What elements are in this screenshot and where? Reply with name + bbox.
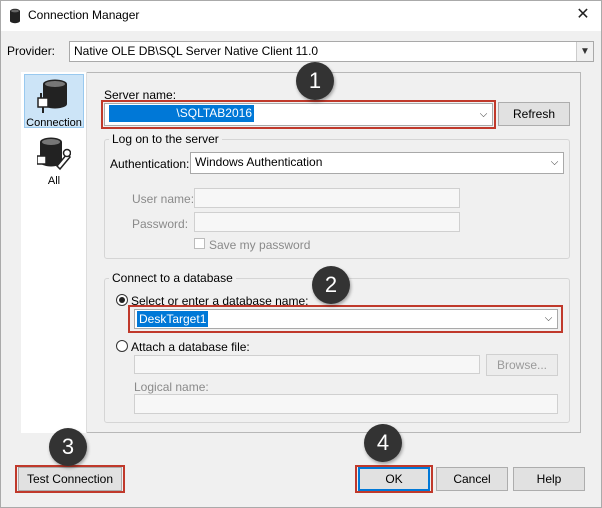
callout-4: 4 bbox=[364, 424, 402, 462]
logical-name-field bbox=[134, 394, 558, 414]
save-password-checkbox bbox=[194, 238, 205, 249]
password-label: Password: bbox=[132, 217, 189, 231]
sidebar-item-label: All bbox=[47, 175, 61, 187]
annotation-box-test bbox=[15, 465, 125, 493]
attach-database-radio[interactable] bbox=[116, 340, 128, 352]
password-field bbox=[194, 212, 460, 232]
chevron-down-icon[interactable]: ▼ bbox=[576, 42, 593, 61]
annotation-box-ok bbox=[355, 465, 433, 493]
authentication-label: Authentication: bbox=[110, 157, 190, 171]
provider-label: Provider: bbox=[7, 44, 56, 58]
database-group-title: Connect to a database bbox=[109, 271, 236, 285]
sidebar-item-all[interactable]: All bbox=[24, 134, 84, 188]
sidebar-item-connection[interactable]: Connection bbox=[24, 74, 84, 129]
select-database-radio[interactable] bbox=[116, 294, 128, 306]
browse-button: Browse... bbox=[486, 354, 558, 376]
username-field bbox=[194, 188, 460, 208]
logical-name-label: Logical name: bbox=[134, 380, 209, 394]
close-icon[interactable]: ✕ bbox=[570, 4, 596, 26]
window-title: Connection Manager bbox=[28, 8, 140, 22]
sidebar-item-label: Connection bbox=[26, 117, 82, 129]
attach-database-label: Attach a database file: bbox=[131, 340, 250, 354]
callout-1: 1 bbox=[296, 62, 334, 100]
username-label: User name: bbox=[132, 192, 195, 206]
database-icon bbox=[10, 8, 20, 24]
logon-group-title: Log on to the server bbox=[109, 132, 222, 146]
database-file-field bbox=[134, 355, 480, 374]
annotation-box-database bbox=[128, 305, 563, 333]
help-button[interactable]: Help bbox=[513, 467, 585, 491]
authentication-dropdown[interactable]: Windows Authentication ⌵ bbox=[190, 152, 564, 174]
provider-dropdown[interactable]: Native OLE DB\SQL Server Native Client 1… bbox=[69, 41, 594, 62]
annotation-box-server bbox=[101, 100, 496, 129]
authentication-value: Windows Authentication bbox=[195, 155, 323, 169]
callout-3: 3 bbox=[49, 428, 87, 466]
callout-2: 2 bbox=[312, 266, 350, 304]
save-password-label: Save my password bbox=[209, 238, 311, 252]
chevron-down-icon[interactable]: ⌵ bbox=[546, 153, 563, 172]
provider-value: Native OLE DB\SQL Server Native Client 1… bbox=[74, 44, 319, 58]
cancel-button[interactable]: Cancel bbox=[436, 467, 508, 491]
database-wrench-icon bbox=[36, 137, 72, 171]
refresh-button[interactable]: Refresh bbox=[498, 102, 570, 126]
database-plug-icon bbox=[37, 79, 67, 113]
